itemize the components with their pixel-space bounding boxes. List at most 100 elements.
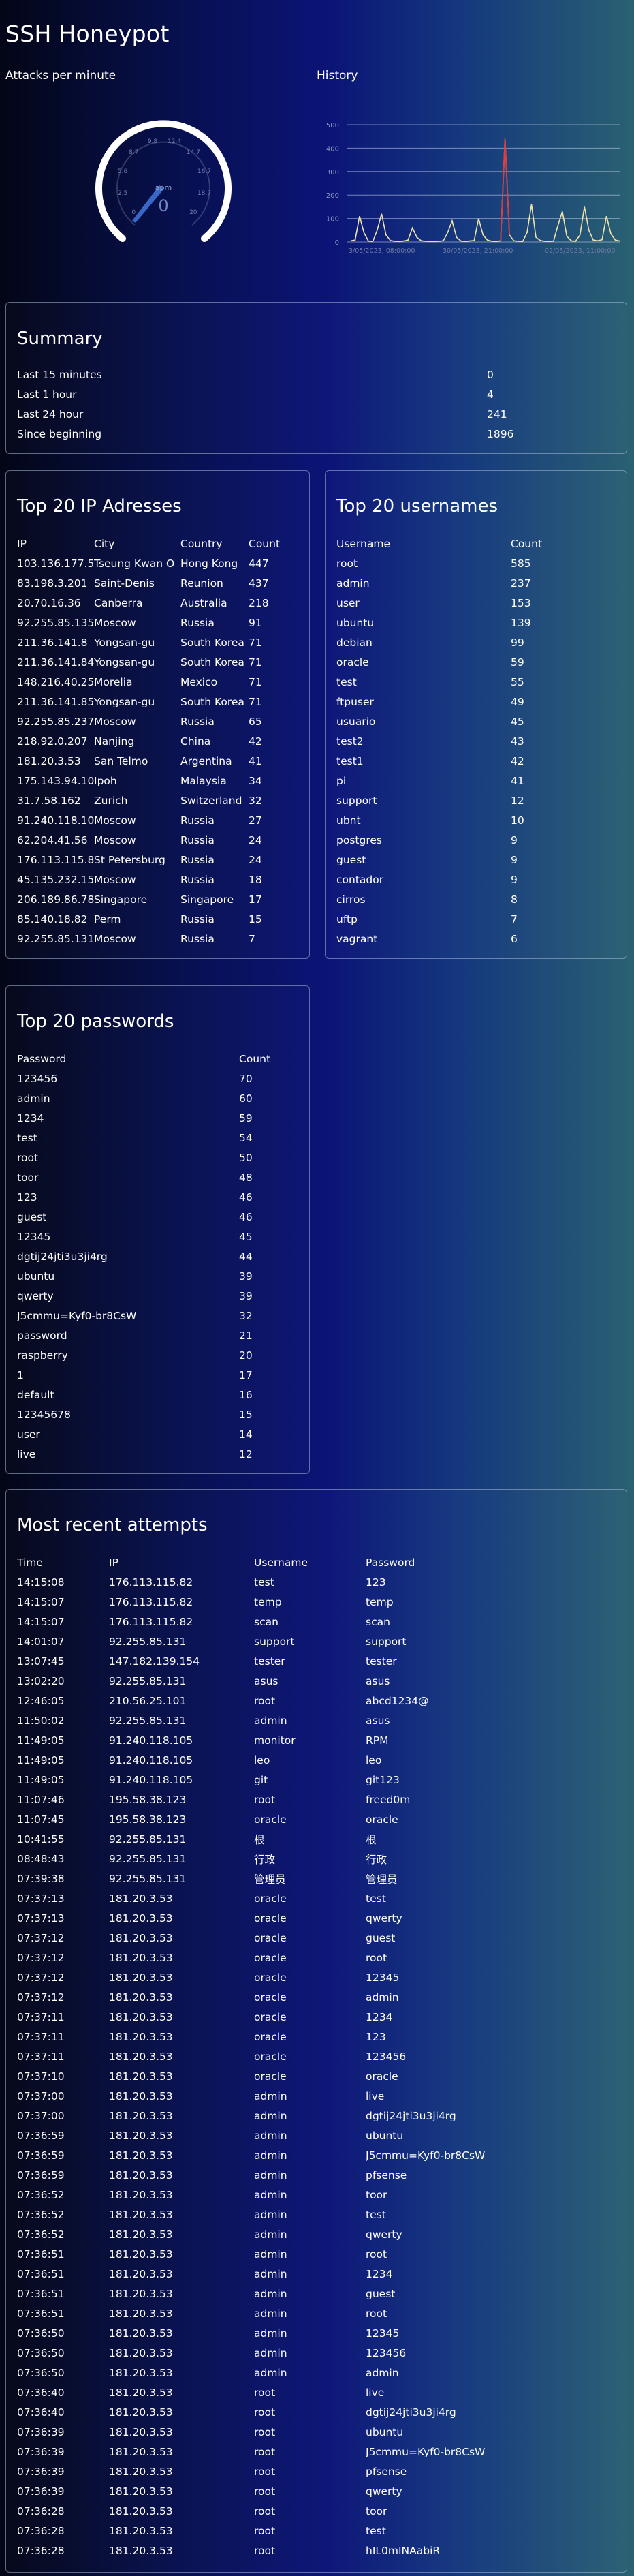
table-row: 07:36:50 181.20.3.53 admin 123456 xyxy=(17,2343,603,2363)
password-cell: test xyxy=(17,1131,37,1144)
username-cell: oracle xyxy=(254,1931,287,1944)
table-row: test 55 xyxy=(336,672,616,692)
username-cell: uftp xyxy=(336,913,358,925)
count-cell: 9 xyxy=(511,873,518,886)
summary-value: 241 xyxy=(487,408,507,420)
count-cell: 9 xyxy=(511,853,518,866)
time-cell: 07:37:12 xyxy=(17,1931,65,1944)
city-cell: Yongsan-gu xyxy=(94,636,155,649)
table-row: user 153 xyxy=(336,593,616,613)
y-tick-label: 100 xyxy=(326,216,339,224)
password-cell: 123456 xyxy=(366,2346,407,2359)
table-row: test1 42 xyxy=(336,751,616,771)
table-row: root 585 xyxy=(336,553,616,573)
country-cell: Russia xyxy=(180,932,215,945)
table-row: admin 60 xyxy=(17,1088,296,1108)
username-cell: root xyxy=(254,2465,276,2478)
ip-cell: 176.113.115.82 xyxy=(109,1595,193,1608)
ip-cell: 31.7.58.162 xyxy=(17,794,81,807)
password-cell: asus xyxy=(366,1674,390,1687)
time-cell: 12:46:05 xyxy=(17,1694,65,1707)
table-row: qwerty 39 xyxy=(17,1286,296,1306)
country-cell: South Korea xyxy=(180,695,244,708)
username-cell: root xyxy=(336,557,358,570)
ip-cell: 181.20.3.53 xyxy=(109,1931,173,1944)
count-cell: 9 xyxy=(511,833,518,846)
city-cell: Ipoh xyxy=(94,774,117,787)
table-row: 85.140.18.82 Perm Russia 15 xyxy=(17,909,306,929)
count-cell: 6 xyxy=(511,932,518,945)
time-cell: 07:37:00 xyxy=(17,2109,65,2122)
password-cell: root xyxy=(366,2307,387,2320)
username-cell: admin xyxy=(254,2188,287,2201)
count-cell: 50 xyxy=(239,1151,253,1164)
table-row: dgtij24jti3u3ji4rg 44 xyxy=(17,1246,296,1266)
gauge-tick-label: 8.7 xyxy=(129,149,138,156)
table-row: live 12 xyxy=(17,1444,296,1464)
username-cell: ubnt xyxy=(336,814,361,827)
ip-cell: 211.36.141.84 xyxy=(17,656,94,669)
gauge-value: 0 xyxy=(158,196,168,215)
table-row: admin 237 xyxy=(336,573,616,593)
time-cell: 07:37:11 xyxy=(17,2010,65,2023)
ip-cell: 218.92.0.207 xyxy=(17,735,88,748)
table-row: 07:36:52 181.20.3.53 admin toor xyxy=(17,2185,603,2205)
table-row: 07:36:39 181.20.3.53 root pfsense xyxy=(17,2462,603,2481)
ip-cell: 181.20.3.53 xyxy=(109,2149,173,2162)
ip-cell: 181.20.3.53 xyxy=(109,2267,173,2280)
count-cell: 17 xyxy=(249,893,262,906)
table-row: 07:37:00 181.20.3.53 admin live xyxy=(17,2086,603,2106)
table-row: 07:37:11 181.20.3.53 oracle 123 xyxy=(17,2027,603,2046)
password-cell: pfsense xyxy=(366,2465,407,2478)
ip-cell: 181.20.3.53 xyxy=(109,2070,173,2083)
city-cell: Yongsan-gu xyxy=(94,695,155,708)
count-cell: 24 xyxy=(249,853,262,866)
ip-cell: 181.20.3.53 xyxy=(109,2089,173,2102)
time-cell: 14:15:07 xyxy=(17,1615,65,1628)
password-cell: test xyxy=(366,2208,386,2221)
table-row: support 12 xyxy=(336,791,616,810)
count-cell: 43 xyxy=(511,735,524,748)
username-cell: vagrant xyxy=(336,932,378,945)
country-cell: Russia xyxy=(180,833,215,846)
summary-row: Last 1 hour 4 xyxy=(17,384,603,404)
username-cell: guest xyxy=(336,853,366,866)
count-cell: 15 xyxy=(249,913,262,925)
table-row: 07:37:10 181.20.3.53 oracle oracle xyxy=(17,2066,603,2086)
time-cell: 11:49:05 xyxy=(17,1734,65,1747)
time-cell: 07:36:40 xyxy=(17,2406,65,2419)
username-cell: oracle xyxy=(254,1971,287,1984)
username-cell: contador xyxy=(336,873,384,886)
username-cell: oracle xyxy=(254,1912,287,1925)
city-cell: San Telmo xyxy=(94,754,148,767)
username-cell: oracle xyxy=(254,2030,287,2043)
password-cell: live xyxy=(366,2386,385,2399)
password-cell: 123 xyxy=(366,1576,386,1589)
time-cell: 11:07:46 xyxy=(17,1793,65,1806)
table-row: 11:07:45 195.58.38.123 oracle oracle xyxy=(17,1809,603,1829)
summary-label: Since beginning xyxy=(17,427,102,440)
count-cell: 71 xyxy=(249,636,262,649)
count-cell: 20 xyxy=(239,1349,253,1362)
ip-cell: 181.20.3.53 xyxy=(109,2465,173,2478)
password-cell: live xyxy=(366,2089,385,2102)
ip-cell: 181.20.3.53 xyxy=(109,2406,173,2419)
country-cell: Australia xyxy=(180,596,227,609)
x-tick-label: 30/05/2023, 21:00:00 xyxy=(443,247,513,255)
table-row: 91.240.118.105 Moscow Russia 27 xyxy=(17,810,306,830)
gauge-tick-label: 9.8 xyxy=(148,138,158,145)
count-cell: 8 xyxy=(511,893,518,906)
ip-cell: 181.20.3.53 xyxy=(109,2188,173,2201)
time-cell: 07:37:10 xyxy=(17,2070,65,2083)
password-cell: abcd1234@ xyxy=(366,1694,429,1707)
table-row: 07:37:13 181.20.3.53 oracle test xyxy=(17,1888,603,1908)
table-row: 181.20.3.53 San Telmo Argentina 41 xyxy=(17,751,306,771)
city-cell: Moscow xyxy=(94,715,136,728)
country-cell: Russia xyxy=(180,814,215,827)
username-cell: root xyxy=(254,2425,276,2438)
table-row: 07:36:40 181.20.3.53 root live xyxy=(17,2382,603,2402)
table-row: 07:36:52 181.20.3.53 admin qwerty xyxy=(17,2224,603,2244)
ip-cell: 92.255.85.135 xyxy=(17,616,94,629)
password-cell: admin xyxy=(17,1092,50,1105)
password-cell: root xyxy=(366,2248,387,2260)
